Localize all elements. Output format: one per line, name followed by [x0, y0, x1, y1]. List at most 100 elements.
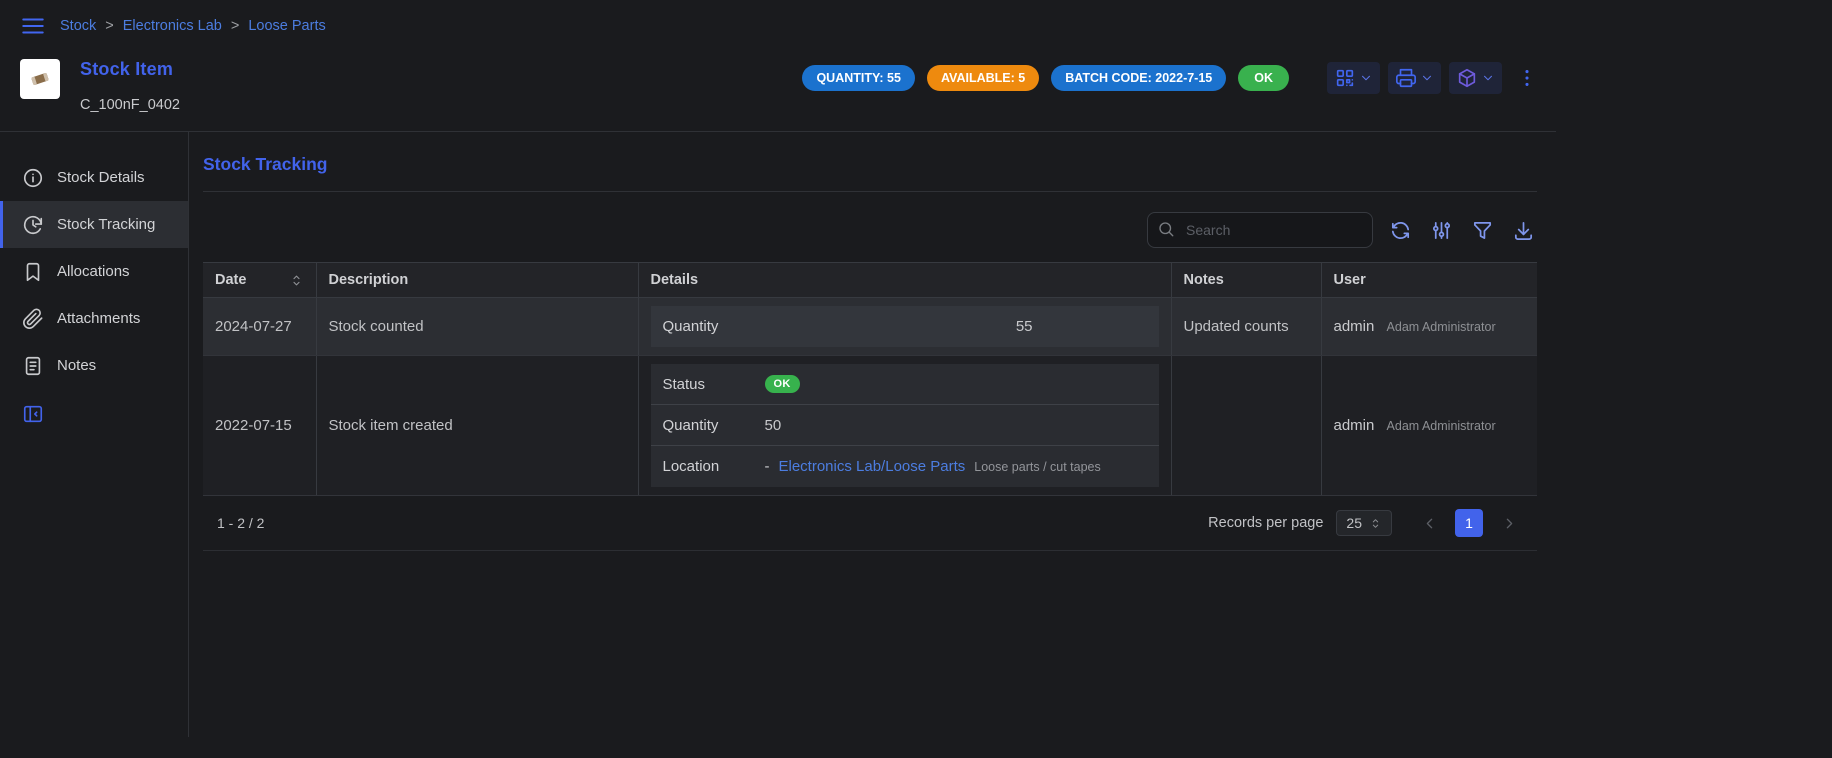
records-per-page-label: Records per page: [1208, 515, 1323, 531]
table-row: 2024-07-27 Stock counted Quantity 55 Upd…: [203, 298, 1537, 356]
user-fullname: Adam Administrator: [1387, 419, 1496, 433]
app-root: Stock > Electronics Lab > Loose Parts St…: [0, 0, 1556, 737]
bookmark-icon: [22, 261, 44, 283]
breadcrumb-link-stock[interactable]: Stock: [60, 18, 96, 34]
cell-notes: Updated counts: [1171, 298, 1321, 356]
table-settings-button[interactable]: [1428, 217, 1455, 244]
cell-description: Stock counted: [316, 298, 638, 356]
search-box: [1147, 212, 1373, 248]
quantity-badge: QUANTITY: 55: [802, 65, 915, 91]
refresh-button[interactable]: [1387, 217, 1414, 244]
sidebar-item-allocations[interactable]: Allocations: [0, 248, 188, 295]
filter-button[interactable]: [1469, 217, 1496, 244]
column-header-details[interactable]: Details: [638, 263, 1171, 298]
detail-row-location: Location - Electronics Lab/Loose Parts L…: [651, 446, 1159, 487]
previous-page-button[interactable]: [1415, 509, 1443, 537]
barcode-actions-button[interactable]: [1327, 62, 1380, 94]
main-panel: Stock Tracking: [189, 132, 1556, 737]
records-per-page-select[interactable]: 25: [1336, 510, 1392, 536]
breadcrumb: Stock > Electronics Lab > Loose Parts: [60, 18, 326, 34]
sidebar-collapse-button[interactable]: [22, 403, 44, 425]
location-link[interactable]: Electronics Lab/Loose Parts: [779, 458, 966, 475]
detail-label: Status: [663, 376, 765, 393]
batch-code-badge: BATCH CODE: 2022-7-15: [1051, 65, 1226, 91]
hamburger-icon: [20, 13, 46, 39]
sort-icon: [289, 273, 304, 288]
cell-notes: [1171, 356, 1321, 496]
table-footer: 1 - 2 / 2 Records per page 25 1: [203, 496, 1537, 551]
menu-button[interactable]: [20, 13, 46, 39]
sidebar: Stock Details Stock Tracking Allocations…: [0, 132, 189, 737]
next-page-button[interactable]: [1495, 509, 1523, 537]
search-icon: [1157, 220, 1175, 238]
download-icon: [1512, 219, 1535, 242]
breadcrumb-link-loose-parts[interactable]: Loose Parts: [248, 18, 325, 34]
chevron-down-icon: [1481, 71, 1495, 85]
top-navbar: Stock > Electronics Lab > Loose Parts: [0, 0, 1556, 43]
sidebar-item-attachments[interactable]: Attachments: [0, 295, 188, 342]
printer-icon: [1395, 67, 1417, 89]
sidebar-item-notes[interactable]: Notes: [0, 342, 188, 389]
detail-row-quantity: Quantity 50: [651, 405, 1159, 446]
chevron-right-icon: [1501, 515, 1518, 532]
column-label: Date: [215, 272, 246, 288]
download-button[interactable]: [1510, 217, 1537, 244]
column-header-user[interactable]: User: [1321, 263, 1537, 298]
column-header-date[interactable]: Date: [203, 263, 316, 298]
available-badge: AVAILABLE: 5: [927, 65, 1039, 91]
column-header-description[interactable]: Description: [316, 263, 638, 298]
location-value: - Electronics Lab/Loose Parts Loose part…: [765, 458, 1101, 475]
sidebar-item-label: Attachments: [57, 310, 140, 327]
detail-label: Quantity: [663, 417, 765, 434]
detail-row-quantity: Quantity 55: [651, 306, 1159, 347]
records-per-page-value: 25: [1346, 515, 1362, 531]
breadcrumb-separator: >: [105, 18, 113, 34]
cell-user: admin Adam Administrator: [1321, 298, 1537, 356]
print-actions-button[interactable]: [1388, 62, 1441, 94]
dots-vertical-icon: [1516, 67, 1538, 89]
location-description: Loose parts / cut tapes: [974, 460, 1100, 474]
status-ok-badge: OK: [765, 375, 800, 393]
paperclip-icon: [22, 308, 44, 330]
cell-date: 2022-07-15: [203, 356, 316, 496]
detail-label: Location: [663, 458, 765, 475]
cell-user: admin Adam Administrator: [1321, 356, 1537, 496]
cell-description: Stock item created: [316, 356, 638, 496]
sidebar-item-stock-tracking[interactable]: Stock Tracking: [0, 201, 188, 248]
column-header-notes[interactable]: Notes: [1171, 263, 1321, 298]
filter-icon: [1471, 219, 1494, 242]
component-image: [26, 65, 54, 93]
title-block: Stock Item C_100nF_0402: [80, 59, 180, 113]
sidebar-collapse-icon: [22, 403, 44, 425]
breadcrumb-separator: >: [231, 18, 239, 34]
more-options-button[interactable]: [1514, 63, 1540, 93]
stock-actions-button[interactable]: [1449, 62, 1502, 94]
pager: 1: [1415, 509, 1523, 537]
page-subtitle: C_100nF_0402: [80, 97, 180, 113]
notes-icon: [22, 355, 44, 377]
chevron-down-icon: [1359, 71, 1373, 85]
sidebar-item-stock-details[interactable]: Stock Details: [0, 154, 188, 201]
page-1-button[interactable]: 1: [1455, 509, 1483, 537]
username: admin: [1334, 318, 1375, 335]
info-icon: [22, 167, 44, 189]
chevron-left-icon: [1421, 515, 1438, 532]
detail-row-status: Status OK: [651, 364, 1159, 405]
stock-tracking-table: Date Description Details Notes User 2024…: [203, 262, 1537, 496]
detail-label: Quantity: [663, 318, 765, 335]
breadcrumb-link-electronics-lab[interactable]: Electronics Lab: [123, 18, 222, 34]
table-row: 2022-07-15 Stock item created Status OK …: [203, 356, 1537, 496]
stock-item-thumbnail[interactable]: [20, 59, 60, 99]
user-fullname: Adam Administrator: [1387, 320, 1496, 334]
refresh-icon: [1389, 219, 1412, 242]
username: admin: [1334, 417, 1375, 434]
qrcode-icon: [1334, 67, 1356, 89]
content: Stock Details Stock Tracking Allocations…: [0, 131, 1556, 737]
search-input[interactable]: [1147, 212, 1373, 248]
header-left: Stock Item C_100nF_0402: [20, 59, 180, 113]
chevron-down-icon: [1420, 71, 1434, 85]
cell-details: Status OK Quantity 50 Location -: [638, 356, 1171, 496]
sidebar-item-label: Stock Details: [57, 169, 145, 186]
detail-value: 50: [765, 417, 782, 434]
divider: [203, 191, 1537, 192]
